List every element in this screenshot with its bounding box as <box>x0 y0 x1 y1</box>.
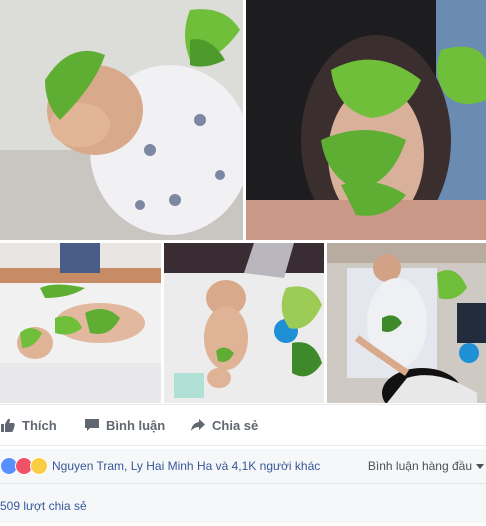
like-button[interactable]: Thích <box>0 417 57 433</box>
photo-mother-tending-baby-image <box>327 243 486 403</box>
photo-baby-lying-leaves-image <box>0 243 161 403</box>
photo-baby-on-blanket-image <box>164 243 324 403</box>
wow-reaction-icon <box>30 457 48 475</box>
share-arrow-icon <box>191 419 205 431</box>
reaction-names-link[interactable]: Nguyen Tram, Ly Hai Minh Ha và 4,1K ngườ… <box>52 459 320 473</box>
post-action-bar: Thích Bình luận Chia sẻ <box>0 404 486 446</box>
photo-newborn-leaf-image <box>0 0 243 240</box>
comment-label: Bình luận <box>106 417 166 433</box>
reaction-icons[interactable] <box>0 457 50 475</box>
photo-mother-tending-baby[interactable] <box>327 243 486 403</box>
like-label: Thích <box>22 417 57 433</box>
photo-newborn-leaf[interactable] <box>0 0 243 240</box>
shares-row: 509 lượt chia sẻ <box>0 483 486 523</box>
caret-down-icon <box>476 463 484 469</box>
photo-leaf-face-mask[interactable] <box>246 0 486 240</box>
thumbs-up-icon <box>1 418 15 432</box>
photo-baby-lying-leaves[interactable] <box>0 243 161 403</box>
share-button[interactable]: Chia sẻ <box>190 417 258 433</box>
reactions-summary: Nguyen Tram, Ly Hai Minh Ha và 4,1K ngườ… <box>0 449 486 483</box>
photo-baby-on-blanket[interactable] <box>164 243 324 403</box>
share-label: Chia sẻ <box>212 417 259 433</box>
photo-leaf-face-mask-image <box>246 0 486 240</box>
share-count-link[interactable]: 509 lượt chia sẻ <box>0 499 87 513</box>
comment-order-dropdown[interactable]: Bình luận hàng đầu <box>368 459 484 473</box>
comment-button[interactable]: Bình luận <box>84 417 165 433</box>
comment-bubble-icon <box>85 419 99 431</box>
comment-order-label: Bình luận hàng đầu <box>367 459 472 473</box>
